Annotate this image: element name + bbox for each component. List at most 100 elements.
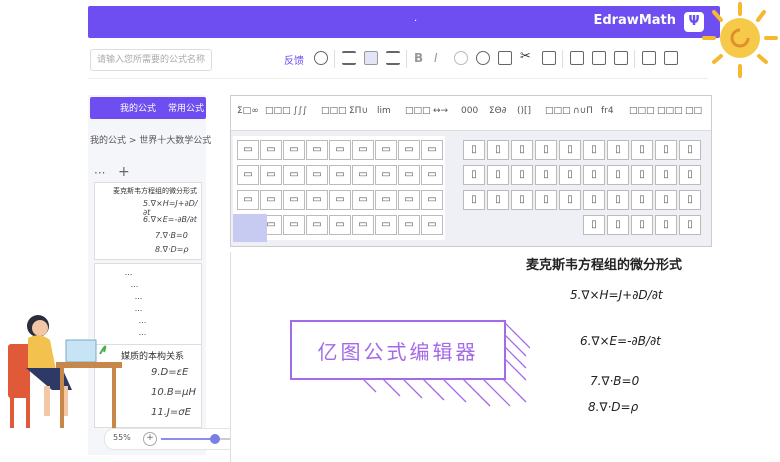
- symbol-tab[interactable]: □□□: [265, 106, 291, 116]
- template-cell[interactable]: ▭: [283, 165, 305, 185]
- symbol-tab[interactable]: ∫∫∫: [293, 106, 307, 116]
- symbol-cell[interactable]: ▯: [679, 190, 701, 210]
- symbol-cell[interactable]: ▯: [607, 215, 629, 235]
- symbol-tab[interactable]: Σ□∞: [237, 106, 259, 116]
- template-cell[interactable]: ▭: [329, 140, 351, 160]
- settings-icon[interactable]: [314, 51, 328, 65]
- equation-8[interactable]: 8.∇·D=ρ: [588, 400, 638, 414]
- symbol-cell[interactable]: ▯: [583, 190, 605, 210]
- symbol-cell[interactable]: ▯: [679, 140, 701, 160]
- formula-card[interactable]: 麦克斯韦方程组的微分形式 5.∇×H=J+∂D/∂t 6.∇×E=-∂B/∂t …: [94, 182, 202, 260]
- template-cell[interactable]: ▭: [283, 215, 305, 235]
- symbol-tab[interactable]: □□: [685, 106, 702, 116]
- image-icon[interactable]: [592, 51, 606, 65]
- template-cell[interactable]: ▭: [352, 215, 374, 235]
- template-cell[interactable]: ▭: [237, 190, 259, 210]
- symbol-cell[interactable]: ▯: [463, 165, 485, 185]
- symbol-cell[interactable]: ▯: [655, 165, 677, 185]
- template-cell[interactable]: ▭: [421, 215, 443, 235]
- symbol-cell[interactable]: ▯: [559, 140, 581, 160]
- template-cell[interactable]: ▭: [306, 140, 328, 160]
- add-formula-icon[interactable]: +: [118, 164, 130, 180]
- symbol-tab[interactable]: □□□: [545, 106, 571, 116]
- symbol-tab[interactable]: fr4: [601, 106, 614, 116]
- symbol-cell[interactable]: ▯: [583, 140, 605, 160]
- template-cell[interactable]: ▭: [398, 190, 420, 210]
- template-cell[interactable]: ▭: [375, 190, 397, 210]
- template-cell[interactable]: ▭: [237, 165, 259, 185]
- symbol-cell[interactable]: ▯: [511, 190, 533, 210]
- symbol-cell[interactable]: ▯: [463, 190, 485, 210]
- symbol-cell[interactable]: ▯: [535, 165, 557, 185]
- symbol-cell[interactable]: ▯: [559, 165, 581, 185]
- copy-icon[interactable]: [498, 51, 512, 65]
- symbol-cell[interactable]: ▯: [631, 140, 653, 160]
- formula-search-input[interactable]: 请输入您所需要的公式名称: [90, 49, 212, 71]
- template-cell[interactable]: ▭: [306, 165, 328, 185]
- symbol-cell[interactable]: ▯: [511, 140, 533, 160]
- bold-icon[interactable]: B: [414, 51, 428, 65]
- template-cell[interactable]: ▭: [421, 140, 443, 160]
- template-cell[interactable]: ▭: [260, 140, 282, 160]
- template-cell[interactable]: ▭: [283, 140, 305, 160]
- align-left-icon[interactable]: [342, 51, 356, 65]
- symbol-cell[interactable]: ▯: [655, 215, 677, 235]
- symbol-cell[interactable]: ▯: [487, 190, 509, 210]
- symbol-tab[interactable]: □□□: [657, 106, 683, 116]
- symbol-cell[interactable]: ▯: [631, 165, 653, 185]
- redo-icon[interactable]: [476, 51, 490, 65]
- symbol-tab[interactable]: lim: [377, 106, 391, 116]
- undo-icon[interactable]: [454, 51, 468, 65]
- template-cell[interactable]: ▭: [329, 215, 351, 235]
- paste-icon[interactable]: [542, 51, 556, 65]
- template-cell[interactable]: ▭: [352, 140, 374, 160]
- tab-common-formulas[interactable]: 常用公式: [168, 101, 204, 114]
- template-cell[interactable]: ▭: [260, 190, 282, 210]
- zoom-in-button[interactable]: +: [143, 432, 157, 446]
- new-page-icon[interactable]: [664, 51, 678, 65]
- template-cell[interactable]: ▭: [352, 190, 374, 210]
- symbol-cell[interactable]: ▯: [655, 190, 677, 210]
- symbol-tab[interactable]: ΣΠ∪: [349, 106, 368, 116]
- italic-icon[interactable]: I: [434, 51, 448, 65]
- export2-icon[interactable]: [614, 51, 628, 65]
- more-icon[interactable]: ···: [94, 166, 105, 180]
- symbol-tab[interactable]: □□□: [405, 106, 431, 116]
- template-cell[interactable]: ▭: [421, 190, 443, 210]
- symbol-cell[interactable]: ▯: [655, 140, 677, 160]
- equation-7[interactable]: 7.∇·B=0: [590, 374, 639, 388]
- tab-my-formulas[interactable]: 我的公式: [120, 101, 156, 114]
- export-icon[interactable]: [570, 51, 584, 65]
- template-cell[interactable]: ▭: [375, 215, 397, 235]
- template-cell[interactable]: ▭: [375, 140, 397, 160]
- equation-6[interactable]: 6.∇×E=-∂B/∂t: [580, 334, 661, 348]
- symbol-cell[interactable]: ▯: [583, 165, 605, 185]
- symbol-tab[interactable]: ΣΘ∂: [489, 106, 506, 116]
- align-center-icon[interactable]: [364, 51, 378, 65]
- symbol-tab[interactable]: ↔→: [433, 106, 448, 116]
- symbol-cell[interactable]: ▯: [607, 165, 629, 185]
- symbol-cell[interactable]: ▯: [607, 190, 629, 210]
- template-cell[interactable]: ▭: [329, 165, 351, 185]
- symbol-cell[interactable]: ▯: [679, 215, 701, 235]
- template-cell[interactable]: ▭: [260, 165, 282, 185]
- symbol-tab[interactable]: ∩∪Π: [573, 106, 593, 116]
- template-cell[interactable]: ▭: [398, 140, 420, 160]
- symbol-tab[interactable]: □□□: [629, 106, 655, 116]
- template-cell[interactable]: ▭: [375, 165, 397, 185]
- add-icon[interactable]: [642, 51, 656, 65]
- symbol-cell[interactable]: ▯: [679, 165, 701, 185]
- template-cell[interactable]: ▭: [421, 165, 443, 185]
- symbol-tab[interactable]: ()[]: [517, 106, 531, 116]
- symbol-tab[interactable]: □□□: [321, 106, 347, 116]
- symbol-cell[interactable]: ▯: [583, 215, 605, 235]
- template-cell[interactable]: ▭: [237, 140, 259, 160]
- feedback-button[interactable]: 反馈: [284, 52, 304, 67]
- template-cell[interactable]: ▭: [398, 165, 420, 185]
- zoom-slider-thumb[interactable]: [210, 434, 220, 444]
- breadcrumb[interactable]: 我的公式 > 世界十大数学公式: [90, 133, 211, 146]
- template-cell[interactable]: ▭: [398, 215, 420, 235]
- symbol-cell[interactable]: ▯: [463, 140, 485, 160]
- symbol-cell[interactable]: ▯: [511, 165, 533, 185]
- template-cell[interactable]: ▭: [306, 190, 328, 210]
